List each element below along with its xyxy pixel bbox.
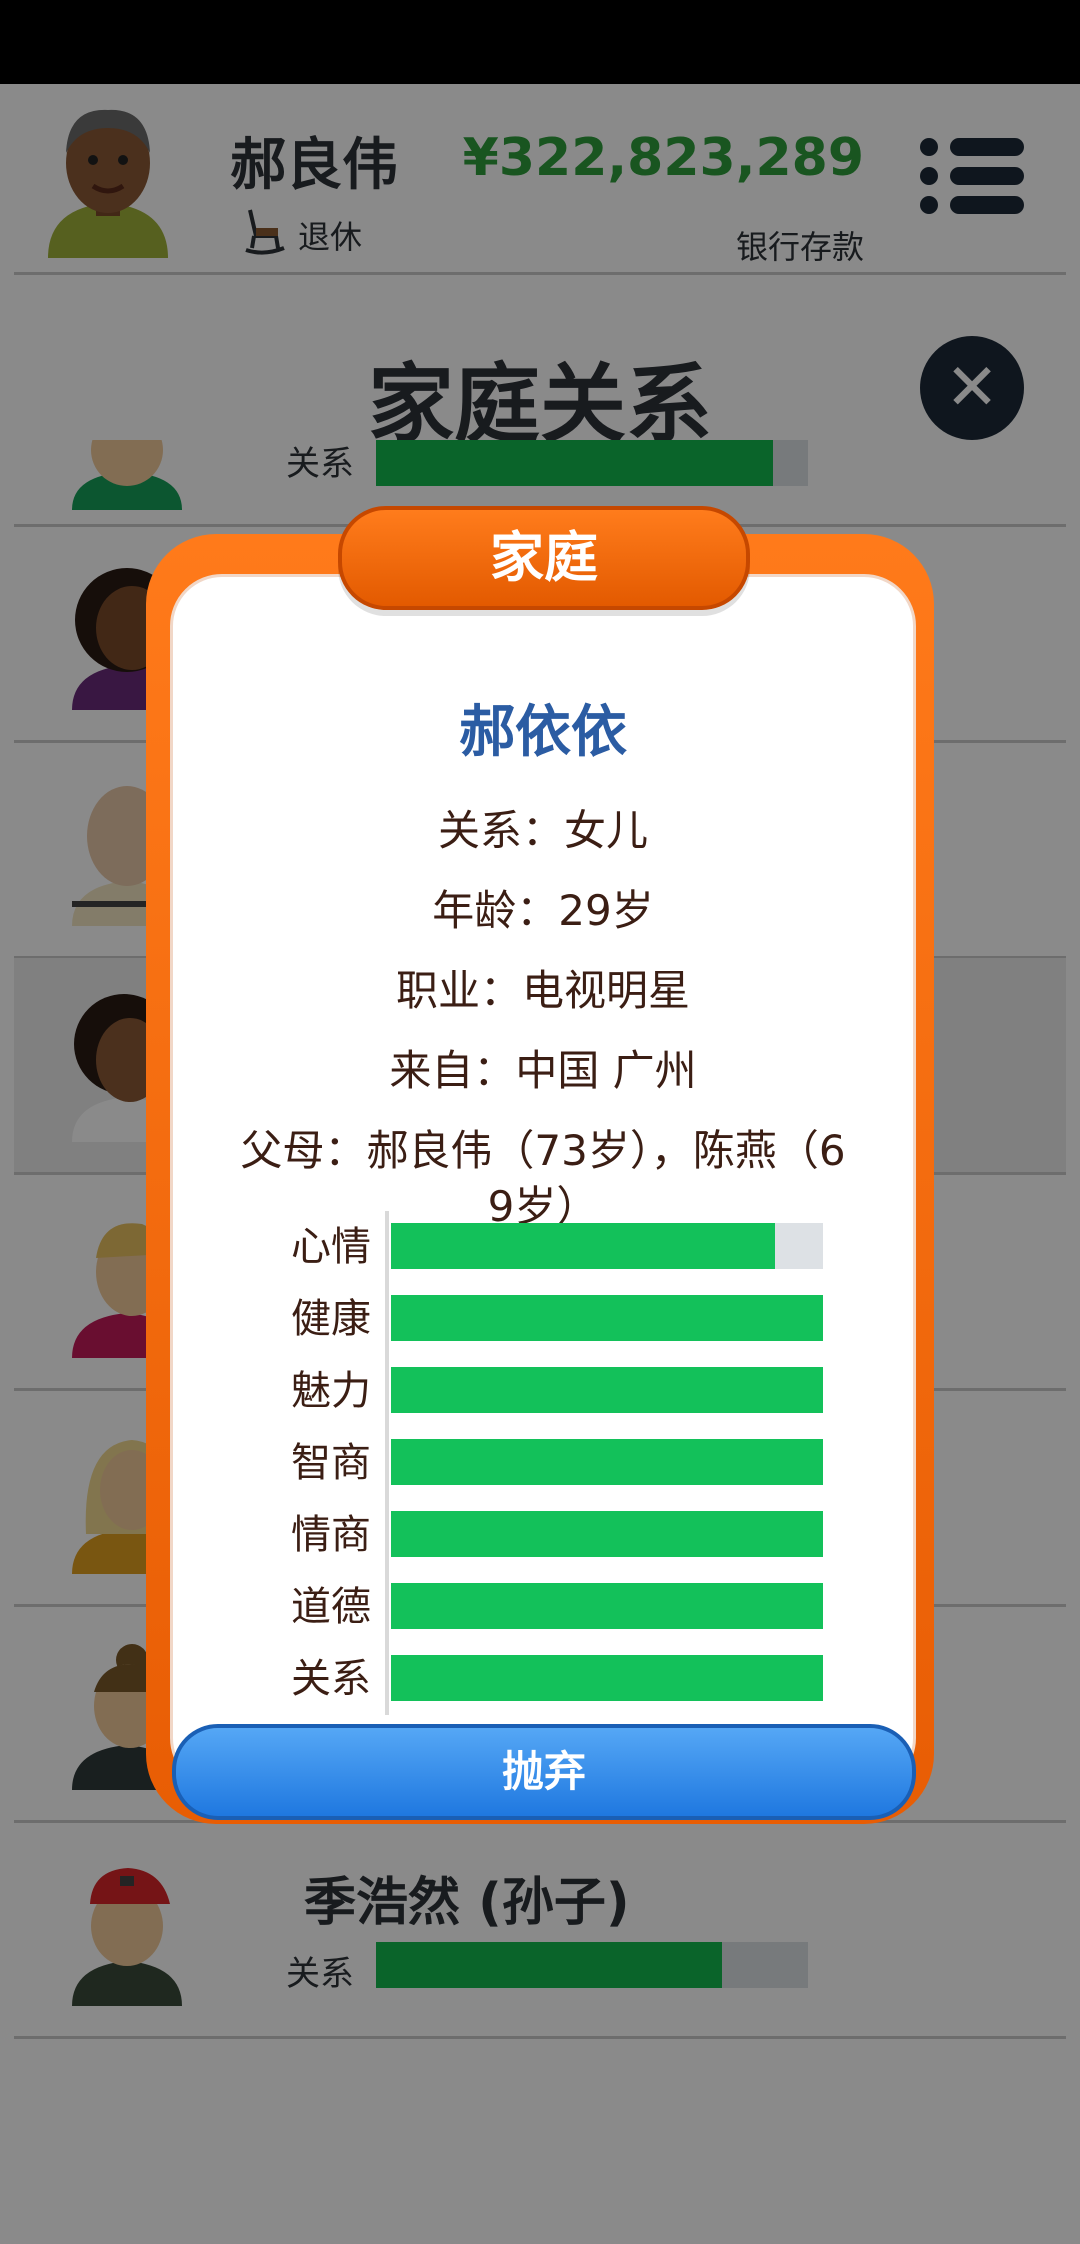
hometown-info: 来自：中国 广州 [389, 1046, 697, 1095]
stat-divider [385, 1427, 389, 1499]
stat-divider [385, 1211, 389, 1283]
stat-divider [385, 1571, 389, 1643]
family-modal: 郝依依 关系：女儿 年龄：29岁 职业：电视明星 来自：中国 广州 父母：郝良伟… [146, 534, 934, 1824]
occupation-info: 职业：电视明星 [395, 966, 690, 1015]
stat-row: 魅力 [173, 1355, 913, 1433]
stat-row: 情商 [173, 1499, 913, 1577]
stat-divider [385, 1283, 389, 1355]
stat-bar [391, 1439, 823, 1485]
stat-label: 道德 [291, 1584, 371, 1630]
age-info: 年龄：29岁 [432, 886, 654, 935]
abandon-button[interactable]: 抛弃 [172, 1724, 916, 1820]
stat-bar-fill [391, 1295, 823, 1341]
stat-bar [391, 1583, 823, 1629]
stat-row: 心情 [173, 1211, 913, 1289]
stat-row: 道德 [173, 1571, 913, 1649]
stat-bar [391, 1223, 823, 1269]
stat-row: 健康 [173, 1283, 913, 1361]
stat-label: 心情 [291, 1224, 371, 1270]
stat-label: 关系 [291, 1656, 371, 1702]
stat-bar-fill [391, 1511, 823, 1557]
stat-label: 情商 [291, 1512, 371, 1558]
stat-bar-fill [391, 1223, 776, 1269]
stat-row: 关系 [173, 1643, 913, 1721]
stat-bar-fill [391, 1655, 823, 1701]
stat-bar-fill [391, 1367, 823, 1413]
person-name: 郝依依 [459, 700, 627, 765]
stat-divider [385, 1643, 389, 1715]
stat-bar-fill [391, 1583, 823, 1629]
modal-card: 郝依依 关系：女儿 年龄：29岁 职业：电视明星 来自：中国 广州 父母：郝良伟… [170, 574, 916, 1790]
modal-tab-title: 家庭 [338, 506, 750, 610]
stat-label: 健康 [291, 1296, 371, 1342]
stat-divider [385, 1355, 389, 1427]
stat-bar-fill [391, 1439, 823, 1485]
status-bar [0, 0, 1080, 84]
stat-divider [385, 1499, 389, 1571]
stat-label: 智商 [291, 1440, 371, 1486]
stat-row: 智商 [173, 1427, 913, 1505]
stat-bar [391, 1655, 823, 1701]
stat-bar [391, 1511, 823, 1557]
stat-label: 魅力 [291, 1368, 371, 1414]
stat-bar [391, 1295, 823, 1341]
stat-bar [391, 1367, 823, 1413]
relationship-info: 关系：女儿 [437, 806, 648, 855]
